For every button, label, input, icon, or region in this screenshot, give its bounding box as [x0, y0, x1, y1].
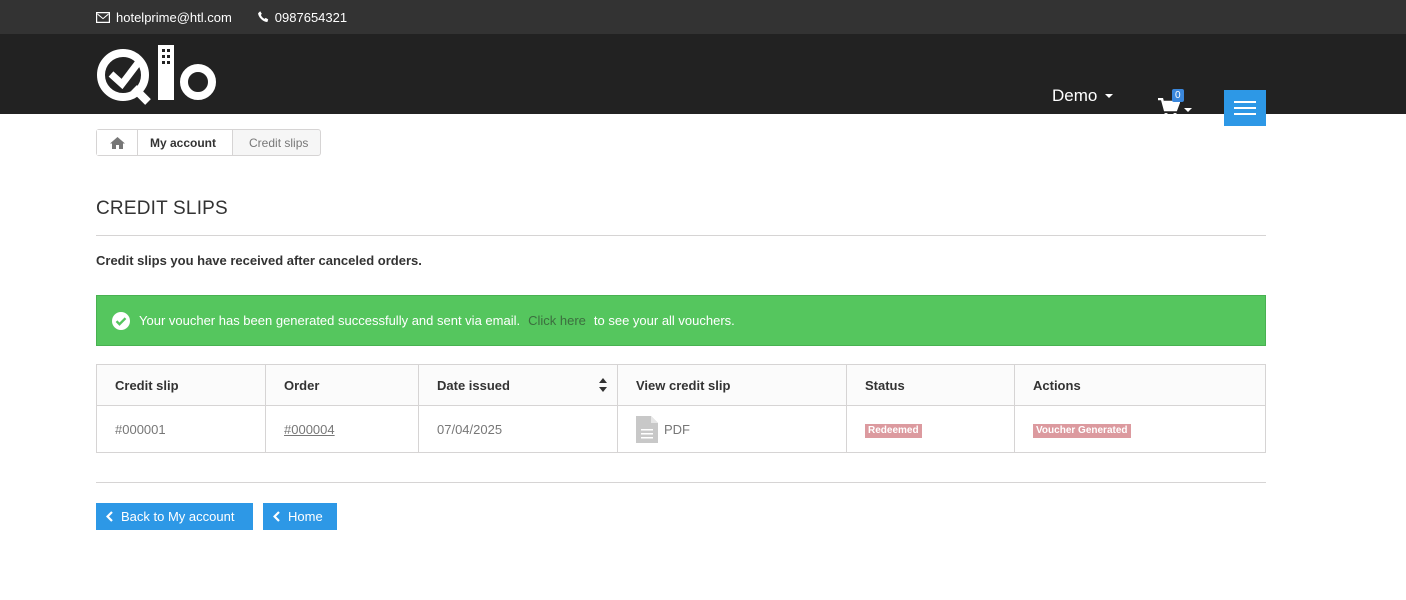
col-actions: Actions	[1014, 364, 1266, 406]
page-intro: Credit slips you have received after can…	[96, 253, 422, 268]
breadcrumb-home[interactable]	[97, 130, 138, 155]
home-button[interactable]: Home	[263, 503, 337, 530]
breadcrumb-my-account[interactable]: My account	[138, 130, 234, 155]
col-order: Order	[265, 364, 419, 406]
user-dropdown[interactable]: Demo	[1052, 86, 1114, 106]
hamburger-line	[1234, 101, 1256, 103]
divider	[96, 482, 1266, 483]
col-date-issued[interactable]: Date issued	[418, 364, 618, 406]
file-icon	[636, 415, 658, 443]
main-header: Demo 0	[0, 34, 1406, 126]
vouchers-link[interactable]: Click here	[528, 313, 586, 328]
chevron-left-icon	[273, 511, 280, 522]
alert-text-after: to see your all vouchers.	[593, 313, 735, 328]
col-status: Status	[846, 364, 1015, 406]
actions-cell: Voucher Generated	[1014, 405, 1266, 453]
envelope-icon	[96, 11, 110, 23]
caret-down-icon	[1105, 94, 1114, 98]
qlo-logo[interactable]	[96, 44, 218, 106]
col-view-credit-slip: View credit slip	[617, 364, 847, 406]
view-cell: PDF	[617, 405, 847, 453]
back-to-account-button[interactable]: Back to My account	[96, 503, 253, 530]
order-cell: #000004	[265, 405, 419, 453]
caret-down-icon	[1184, 108, 1192, 112]
back-button-label: Back to My account	[121, 509, 235, 524]
table-header-row: Credit slip Order Date issued View credi…	[96, 364, 1266, 406]
phone-contact[interactable]: 0987654321	[257, 9, 348, 25]
phone-text: 0987654321	[274, 9, 348, 25]
hamburger-line	[1234, 107, 1256, 109]
user-name: Demo	[1052, 86, 1098, 105]
check-circle-icon	[112, 311, 130, 330]
success-alert: Your voucher has been generated successf…	[96, 295, 1266, 346]
credit-slips-table: Credit slip Order Date issued View credi…	[96, 364, 1266, 453]
home-button-label: Home	[288, 509, 323, 524]
phone-icon	[257, 11, 268, 23]
alert-text: Your voucher has been generated successf…	[139, 313, 521, 328]
hamburger-line	[1234, 113, 1256, 115]
col-date-label: Date issued	[437, 377, 510, 393]
order-link[interactable]: #000004	[284, 422, 335, 437]
top-contact-bar: hotelprime@htl.com 0987654321	[0, 0, 1406, 34]
cart-count-badge: 0	[1172, 89, 1184, 102]
cart-button[interactable]: 0	[1158, 89, 1194, 120]
pdf-label: PDF	[664, 421, 690, 437]
pdf-download-link[interactable]: PDF	[636, 415, 828, 443]
status-cell: Redeemed	[846, 405, 1015, 453]
action-badge: Voucher Generated	[1033, 423, 1131, 438]
page-title: CREDIT SLIPS	[96, 198, 228, 219]
divider	[96, 235, 1266, 236]
col-credit-slip: Credit slip	[96, 364, 266, 406]
home-icon	[109, 136, 125, 149]
email-contact[interactable]: hotelprime@htl.com	[96, 10, 232, 25]
credit-slip-id: #000001	[96, 405, 266, 453]
email-text: hotelprime@htl.com	[116, 9, 232, 25]
date-issued: 07/04/2025	[418, 405, 618, 453]
breadcrumb-credit-slips: Credit slips	[249, 135, 309, 150]
hamburger-menu-button[interactable]	[1224, 90, 1266, 126]
chevron-left-icon	[106, 511, 113, 522]
status-badge: Redeemed	[865, 423, 922, 438]
breadcrumb: My account Credit slips	[96, 129, 322, 156]
sort-icon[interactable]	[599, 378, 607, 392]
table-row: #000001 #000004 07/04/2025 PDF Redeemed …	[96, 405, 1266, 453]
